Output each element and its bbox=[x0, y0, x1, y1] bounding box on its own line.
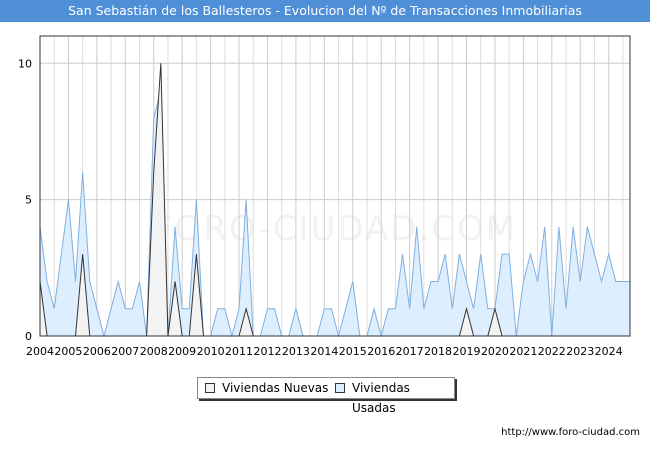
x-tick-label: 2023 bbox=[566, 345, 594, 358]
x-tick-label: 2013 bbox=[282, 345, 310, 358]
x-tick-label: 2017 bbox=[396, 345, 424, 358]
x-tick-label: 2005 bbox=[54, 345, 82, 358]
watermark: FORO-CIUDAD.COM bbox=[153, 209, 517, 249]
x-tick-label: 2008 bbox=[140, 345, 168, 358]
y-tick-label: 5 bbox=[25, 194, 32, 207]
x-tick-label: 2006 bbox=[83, 345, 111, 358]
x-tick-label: 2019 bbox=[453, 345, 481, 358]
legend-swatch-usadas bbox=[335, 383, 345, 393]
x-tick-label: 2024 bbox=[595, 345, 623, 358]
x-tick-label: 2011 bbox=[225, 345, 253, 358]
x-tick-label: 2021 bbox=[509, 345, 537, 358]
x-tick-label: 2014 bbox=[310, 345, 338, 358]
legend-swatch-nuevas bbox=[205, 383, 215, 393]
x-tick-label: 2012 bbox=[253, 345, 281, 358]
y-tick-label: 10 bbox=[18, 57, 32, 70]
chart-title: San Sebastián de los Ballesteros - Evolu… bbox=[68, 3, 582, 18]
x-tick-label: 2015 bbox=[339, 345, 367, 358]
x-tick-label: 2020 bbox=[481, 345, 509, 358]
x-tick-label: 2007 bbox=[111, 345, 139, 358]
legend-label-usadas: Viviendas Usadas bbox=[352, 381, 410, 415]
x-tick-label: 2009 bbox=[168, 345, 196, 358]
x-tick-label: 2018 bbox=[424, 345, 452, 358]
x-tick-label: 2004 bbox=[26, 345, 54, 358]
chart-area: FORO-CIUDAD.COM05102004 2005 2006 2007 2008 2… bbox=[18, 35, 631, 358]
legend: Viviendas Nuevas Viviendas Usadas bbox=[197, 377, 455, 415]
x-tick-label: 2022 bbox=[538, 345, 566, 358]
source-url: http://www.foro-ciudad.com bbox=[501, 427, 640, 438]
legend-label-nuevas: Viviendas Nuevas bbox=[222, 381, 329, 395]
x-tick-label: 2016 bbox=[367, 345, 395, 358]
y-tick-label: 0 bbox=[25, 330, 32, 343]
x-tick-label: 2010 bbox=[197, 345, 225, 358]
